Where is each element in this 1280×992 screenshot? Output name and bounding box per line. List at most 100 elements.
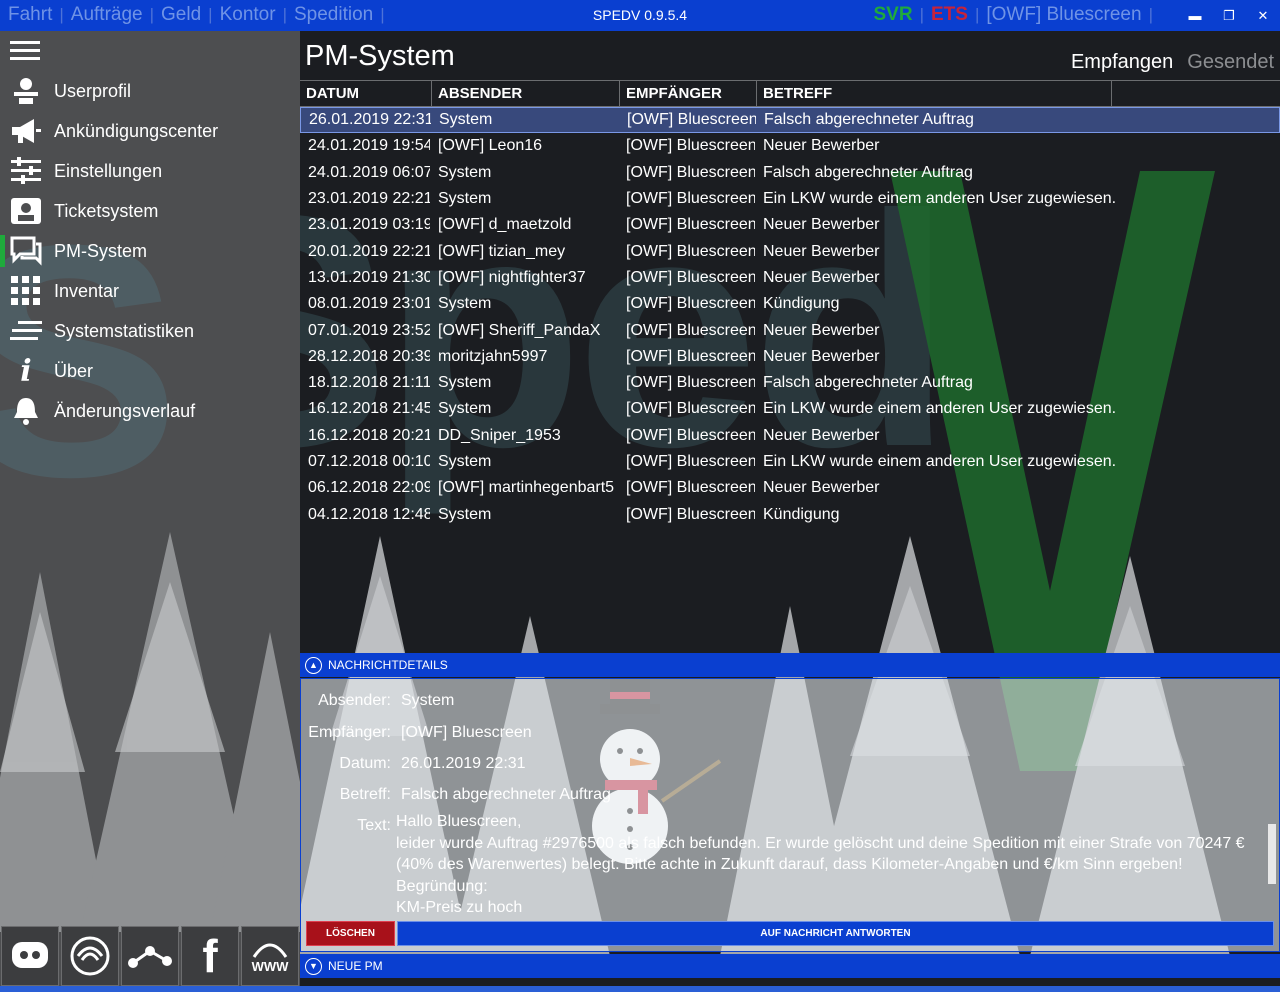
cell-absender: System	[438, 505, 492, 523]
table-row[interactable]: 06.12.2018 22:09 [OWF] martinhegenbart5 [O…	[300, 475, 1280, 501]
detail-subject-value: Falsch abgerechneter Auftrag	[401, 786, 611, 803]
table-row[interactable]: 07.01.2019 23:52 [OWF] Sheriff_PandaX [OWF…	[300, 317, 1280, 343]
top-right-status: SVR | ETS | [OWF] Bluescreen |	[873, 4, 1153, 26]
cell-empfaenger: [OWF] Bluescreen	[626, 190, 755, 208]
cell-absender: System	[438, 374, 492, 392]
table-row[interactable]: 23.01.2019 22:21 System [OWF] Bluescreen Ei…	[300, 186, 1280, 212]
cell-datum: 24.01.2019 19:54	[308, 137, 430, 155]
sidebar-item-label: Einstellungen	[54, 160, 163, 181]
svr-badge[interactable]: SVR	[873, 4, 912, 26]
title-bar: Fahrt | Aufträge | Geld | Kontor | Spedition…	[0, 0, 1280, 31]
table-header: DATUM ABSENDER EMPFÄNGER BETREFF	[300, 80, 1280, 107]
table-row[interactable]: 23.01.2019 03:19 [OWF] d_maetzold [OWF] Bl…	[300, 212, 1280, 238]
nav-geld[interactable]: Geld	[161, 4, 201, 26]
cell-empfaenger: [OWF] Bluescreen	[626, 453, 755, 470]
cell-absender: [OWF] Leon16	[438, 137, 543, 155]
megaphone-icon	[8, 115, 44, 147]
detail-label: Empfänger:	[308, 724, 391, 741]
delete-button[interactable]: LÖSCHEN	[306, 921, 395, 946]
info-icon: i	[20, 353, 32, 389]
sidebar-item-ankuendigungscenter[interactable]: Ankündigungscenter	[0, 111, 300, 151]
table-row[interactable]: 28.12.2018 20:39 moritzjahn5997 [OWF] Blue…	[300, 344, 1280, 370]
table-row[interactable]: 13.01.2019 21:30 [OWF] nightfighter37 [OWF…	[300, 265, 1280, 291]
table-row[interactable]: 16.12.2018 21:45 System [OWF] Bluescreen Ei…	[300, 396, 1280, 422]
cell-betreff: Falsch abgerechneter Auftrag	[764, 111, 974, 129]
cell-absender: moritzjahn5997	[438, 347, 548, 365]
details-header[interactable]: ▲ NACHRICHTDETAILS	[300, 653, 1280, 677]
sidebar-item-pm-system[interactable]: PM-System	[0, 231, 300, 271]
cell-empfaenger: [OWF] Bluescreen	[626, 242, 755, 260]
table-row[interactable]: 24.01.2019 06:07 System [OWF] Bluescreen Fa…	[300, 160, 1280, 186]
cell-betreff: Ein LKW wurde einem anderen User zugewie…	[763, 453, 1117, 470]
cell-absender: DD_Sniper_1953	[438, 426, 561, 444]
table-row[interactable]: 26.01.2019 22:31 System [OWF] Bluescreen Fa…	[300, 107, 1280, 134]
details-header-label: NACHRICHTDETAILS	[328, 658, 448, 672]
tab-empfangen[interactable]: Empfangen	[1071, 51, 1173, 74]
cell-betreff: Falsch abgerechneter Auftrag	[763, 163, 973, 181]
cell-betreff: Neuer Bewerber	[763, 321, 880, 339]
tab-gesendet[interactable]: Gesendet	[1187, 51, 1274, 74]
scrollbar-thumb[interactable]	[1268, 824, 1276, 884]
column-header-betreff[interactable]: BETREFF	[757, 81, 1112, 106]
ts-icon[interactable]	[61, 926, 119, 986]
cell-empfaenger: [OWF] Bluescreen	[626, 426, 755, 444]
cell-betreff: Neuer Bewerber	[763, 347, 880, 365]
cell-datum: 04.12.2018 12:48	[308, 505, 430, 523]
cell-datum: 16.12.2018 20:21	[308, 426, 430, 444]
cell-absender: [OWF] martinhegenbart5	[438, 479, 615, 497]
cell-datum: 28.12.2018 20:39	[308, 347, 430, 365]
sidebar-item-einstellungen[interactable]: Einstellungen	[0, 151, 300, 191]
nav-auftraege[interactable]: Aufträge	[71, 4, 143, 26]
cell-datum: 07.12.2018 00:10	[308, 453, 430, 470]
cell-datum: 23.01.2019 03:19	[308, 216, 430, 234]
table-row[interactable]: 04.12.2018 12:48 System [OWF] Bluescreen Kü…	[300, 501, 1280, 527]
cell-empfaenger: [OWF] Bluescreen	[626, 505, 755, 523]
table-row[interactable]: 08.01.2019 23:01 System [OWF] Bluescreen Kü…	[300, 291, 1280, 317]
minimize-button[interactable]: ▬	[1178, 0, 1212, 31]
column-header-empfaenger[interactable]: EMPFÄNGER	[620, 81, 757, 106]
column-header-datum[interactable]: DATUM	[300, 81, 432, 106]
cell-betreff: Neuer Bewerber	[763, 479, 880, 497]
cell-empfaenger: [OWF] Bluescreen	[626, 374, 755, 392]
sidebar-item-systemstatistiken[interactable]: Systemstatistiken	[0, 311, 300, 351]
nav-spedition[interactable]: Spedition	[294, 4, 373, 26]
table-row[interactable]: 18.12.2018 21:11 System [OWF] Bluescreen Fa…	[300, 370, 1280, 396]
cell-empfaenger: [OWF] Bluescreen	[626, 137, 755, 155]
sidebar-item-label: Über	[54, 360, 94, 381]
cell-datum: 24.01.2019 06:07	[308, 163, 430, 181]
new-pm-header[interactable]: ▼ NEUE PM	[300, 954, 1280, 978]
table-row[interactable]: 16.12.2018 20:21 DD_Sniper_1953 [OWF] Blue…	[300, 423, 1280, 449]
cell-datum: 23.01.2019 22:21	[308, 190, 430, 208]
column-header-absender[interactable]: ABSENDER	[432, 81, 620, 106]
restore-button[interactable]: ❐	[1212, 0, 1246, 31]
sidebar-item-inventar[interactable]: Inventar	[0, 271, 300, 311]
column-header-extra	[1112, 81, 1280, 106]
sidebar-item-userprofil[interactable]: Userprofil	[0, 71, 300, 111]
user-name[interactable]: [OWF] Bluescreen	[986, 4, 1141, 26]
discord-icon[interactable]	[1, 926, 59, 986]
facebook-icon[interactable]: f	[181, 926, 239, 986]
cell-absender: System	[438, 453, 492, 470]
cell-absender: [OWF] d_maetzold	[438, 216, 572, 234]
cell-betreff: Ein LKW wurde einem anderen User zugewie…	[763, 400, 1117, 418]
sidebar-item-ticketsystem[interactable]: Ticketsystem	[0, 191, 300, 231]
ets-badge[interactable]: ETS	[931, 4, 968, 26]
nav-kontor[interactable]: Kontor	[220, 4, 276, 26]
close-button[interactable]: ✕	[1246, 0, 1280, 31]
sidebar-item-aenderungsverlauf[interactable]: Änderungsverlauf	[0, 391, 300, 431]
cell-datum: 20.01.2019 22:21	[308, 242, 430, 260]
network-icon[interactable]	[121, 926, 179, 986]
reply-button[interactable]: AUF NACHRICHT ANTWORTEN	[397, 921, 1274, 946]
table-row[interactable]: 24.01.2019 19:54 [OWF] Leon16 [OWF] Bluesc…	[300, 133, 1280, 159]
sidebar-item-ueber[interactable]: i Über	[0, 351, 300, 391]
nav-fahrt[interactable]: Fahrt	[8, 4, 52, 26]
bottom-status-strip	[0, 986, 1280, 992]
new-pm-label: NEUE PM	[328, 959, 383, 973]
cell-absender: System	[438, 163, 492, 181]
table-row[interactable]: 20.01.2019 22:21 [OWF] tizian_mey [OWF] Bl…	[300, 238, 1280, 264]
sidebar-item-label: PM-System	[54, 240, 148, 261]
menu-toggle-button[interactable]	[10, 41, 40, 61]
bell-icon	[8, 395, 44, 427]
www-icon[interactable]: WWW	[241, 926, 299, 986]
table-row[interactable]: 07.12.2018 00:10 System [OWF] Bluescreen Ei…	[300, 449, 1280, 475]
